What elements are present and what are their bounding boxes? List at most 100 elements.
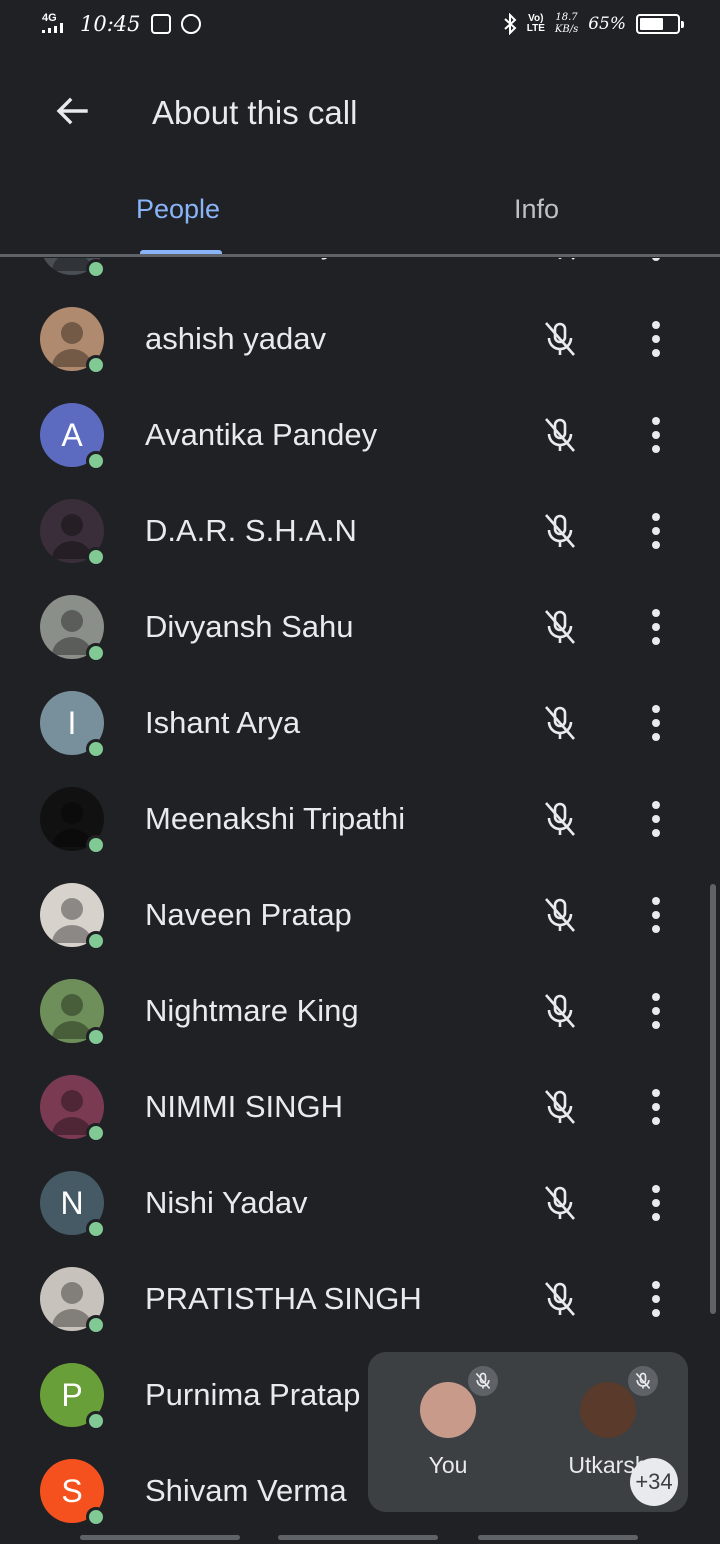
participant-row[interactable]: PRATISTHA SINGH: [0, 1251, 720, 1347]
online-indicator: [86, 259, 106, 279]
online-indicator: [86, 1027, 106, 1047]
more-participants-badge[interactable]: +34: [630, 1458, 678, 1506]
avatar-initial: I: [67, 704, 77, 741]
status-bar-right: Vo) LTE 18.7 KB/s 65%: [503, 12, 684, 36]
online-indicator: [86, 931, 106, 951]
participant-name: NIMMI SINGH: [145, 1089, 344, 1124]
participant-row[interactable]: Meenakshi Tripathi: [0, 771, 720, 867]
mic-off-icon[interactable]: [538, 413, 582, 457]
mic-off-icon[interactable]: [538, 1085, 582, 1129]
participant-name: D.A.R. S.H.A.N: [145, 513, 357, 548]
avatar-initial: P: [61, 1376, 83, 1413]
nav-bar-segment: [80, 1535, 240, 1540]
status-bar-left: 4G 10:45: [42, 12, 201, 36]
call-preview-panel[interactable]: You Utkarsh +34: [368, 1352, 688, 1512]
battery-percent: 65%: [588, 14, 626, 34]
online-indicator: [86, 643, 106, 663]
bluetooth-icon: [504, 13, 517, 35]
online-indicator: [86, 835, 106, 855]
network-speed: 18.7 KB/s: [555, 12, 578, 36]
more-options-icon[interactable]: [638, 1087, 674, 1127]
mic-off-icon: [468, 1366, 498, 1396]
avatar-initial: N: [60, 1184, 84, 1221]
participant-row[interactable]: Nightmare King: [0, 963, 720, 1059]
back-button[interactable]: [52, 92, 92, 132]
mic-off-icon[interactable]: [538, 317, 582, 361]
more-options-icon[interactable]: [638, 991, 674, 1031]
mic-off-icon[interactable]: [538, 509, 582, 553]
participant-name: Avantika Pandey: [145, 417, 378, 452]
more-options-icon[interactable]: [638, 511, 674, 551]
scrollbar[interactable]: [710, 884, 716, 1314]
avatar: [420, 1382, 476, 1438]
more-options-icon[interactable]: [638, 703, 674, 743]
tab-bar: People Info: [0, 172, 720, 258]
network-type: 4G: [42, 12, 57, 24]
avatar-initial: A: [61, 416, 83, 453]
mic-off-icon[interactable]: [538, 797, 582, 841]
participant-row[interactable]: D.A.R. S.H.A.N: [0, 483, 720, 579]
tab-people[interactable]: People: [136, 194, 220, 225]
avatar-initial: S: [61, 1472, 83, 1509]
nav-bar-segment: [478, 1535, 638, 1540]
participant-name: Nishi Yadav: [145, 1185, 308, 1220]
tab-divider: [0, 254, 720, 257]
mic-off-icon[interactable]: [538, 701, 582, 745]
participant-row[interactable]: N Nishi Yadav: [0, 1155, 720, 1251]
status-bar: 4G 10:45 Vo) LTE 18.7 KB/s 65%: [0, 0, 720, 54]
online-indicator: [86, 739, 106, 759]
mail-icon: [150, 14, 171, 34]
clock: 10:45: [80, 12, 141, 36]
more-options-icon[interactable]: [638, 799, 674, 839]
mic-off-icon[interactable]: [538, 989, 582, 1033]
online-indicator: [86, 355, 106, 375]
mic-off-icon[interactable]: [538, 893, 582, 937]
app-bar: About this call: [0, 54, 720, 172]
more-options-icon[interactable]: [638, 607, 674, 647]
participant-row[interactable]: ashish yadav: [0, 291, 720, 387]
online-indicator: [86, 1123, 106, 1143]
participant-name: Purnima Pratap: [145, 1377, 361, 1412]
online-indicator: [86, 1315, 106, 1335]
online-indicator: [86, 1219, 106, 1239]
online-indicator: [86, 547, 106, 567]
participant-row[interactable]: NIMMI SINGH: [0, 1059, 720, 1155]
more-options-icon[interactable]: [638, 1279, 674, 1319]
participant-name: Naveen Pratap: [145, 897, 352, 932]
participant-name: Nightmare King: [145, 993, 359, 1028]
mic-off-icon[interactable]: [538, 605, 582, 649]
arrow-left-icon: [56, 97, 88, 125]
more-options-icon[interactable]: [638, 895, 674, 935]
mic-off-icon: [628, 1366, 658, 1396]
pip-tile-you[interactable]: You: [388, 1366, 508, 1492]
participant-row[interactable]: Ashish Dubey: [0, 258, 720, 291]
avatar: [580, 1382, 636, 1438]
more-options-icon[interactable]: [638, 415, 674, 455]
volte-indicator: Vo) LTE: [527, 14, 545, 34]
nav-bar-segment: [278, 1535, 438, 1540]
signal-icon: 4G: [42, 13, 70, 35]
participant-name: PRATISTHA SINGH: [145, 1281, 422, 1316]
mic-off-icon[interactable]: [538, 1181, 582, 1225]
online-indicator: [86, 1507, 106, 1527]
participant-list-inner: Ashish Dubey ashish yadav A Avantika Pandey…: [0, 258, 720, 1539]
volte-line2: LTE: [526, 23, 545, 34]
mic-off-icon[interactable]: [538, 258, 582, 265]
more-options-icon[interactable]: [638, 319, 674, 359]
more-options-icon[interactable]: [638, 258, 674, 263]
page-title: About this call: [152, 94, 358, 131]
more-options-icon[interactable]: [638, 1183, 674, 1223]
participant-row[interactable]: Divyansh Sahu: [0, 579, 720, 675]
participant-name: Divyansh Sahu: [145, 609, 354, 644]
app-notification-icon: [180, 14, 201, 34]
battery-level: [640, 18, 664, 30]
speed-value: 18.7: [555, 12, 578, 23]
participant-row[interactable]: I Ishant Arya: [0, 675, 720, 771]
online-indicator: [86, 1411, 106, 1431]
participant-row[interactable]: A Avantika Pandey: [0, 387, 720, 483]
participant-row[interactable]: Naveen Pratap: [0, 867, 720, 963]
mic-off-icon[interactable]: [538, 1277, 582, 1321]
participant-name: Ishant Arya: [145, 705, 301, 740]
tab-info[interactable]: Info: [514, 194, 559, 225]
participant-name: Meenakshi Tripathi: [145, 801, 406, 836]
